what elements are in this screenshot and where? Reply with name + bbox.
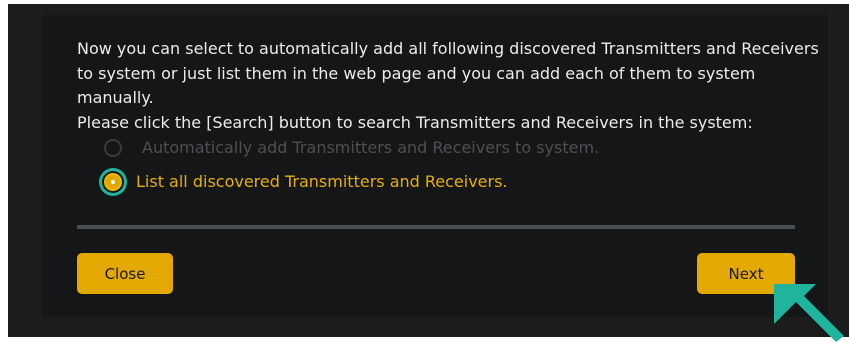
list-discovered-radio-icon[interactable] xyxy=(104,172,122,191)
option-auto-add[interactable]: Automatically add Transmitters and Recei… xyxy=(104,138,599,157)
option-auto-add-label: Automatically add Transmitters and Recei… xyxy=(142,138,600,157)
instructions-text: Now you can select to automatically add … xyxy=(77,37,819,135)
divider xyxy=(77,225,795,229)
instructions-line-3: manually. xyxy=(77,88,154,107)
option-list-discovered[interactable]: List all discovered Transmitters and Rec… xyxy=(104,172,508,191)
option-list-discovered-label: List all discovered Transmitters and Rec… xyxy=(136,172,508,191)
instructions-line-1: Now you can select to automatically add … xyxy=(77,39,819,58)
arrow-pointer-icon xyxy=(774,284,844,342)
close-button[interactable]: Close xyxy=(77,253,173,294)
arrow-pointer-shape xyxy=(774,284,844,342)
instructions-line-2: to system or just list them in the web p… xyxy=(77,63,756,83)
auto-add-radio-icon[interactable] xyxy=(104,138,122,157)
instructions-line-4: Please click the [Search] button to sear… xyxy=(77,112,753,132)
